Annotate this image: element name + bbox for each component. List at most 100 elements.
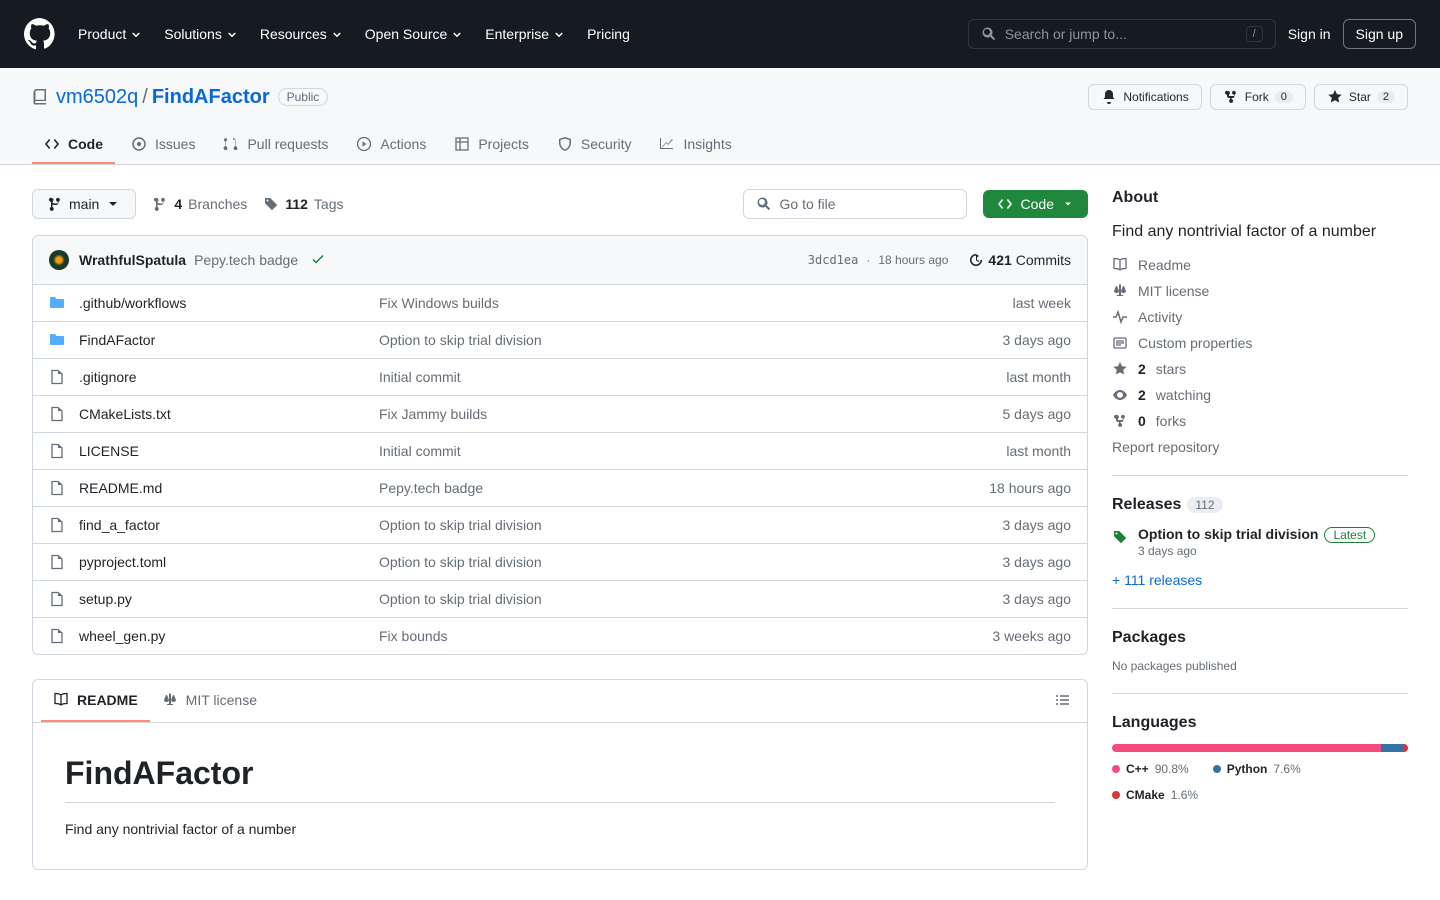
go-to-file[interactable]: Go to file [743, 189, 967, 219]
nav-open-source[interactable]: Open Source [357, 18, 472, 50]
file-time: 3 weeks ago [992, 628, 1071, 644]
fork-icon [1112, 413, 1128, 429]
language-bar [1112, 744, 1408, 752]
file-name-link[interactable]: setup.py [79, 591, 379, 607]
file-commit-message[interactable]: Option to skip trial division [379, 517, 1003, 533]
file-commit-message[interactable]: Initial commit [379, 443, 1006, 459]
nav-product[interactable]: Product [70, 18, 150, 50]
search-shortcut: / [1246, 26, 1263, 42]
star-button[interactable]: Star2 [1314, 84, 1408, 110]
file-time: 5 days ago [1003, 406, 1072, 422]
file-name-link[interactable]: .gitignore [79, 369, 379, 385]
tab-issues[interactable]: Issues [119, 126, 207, 164]
tab-projects[interactable]: Projects [442, 126, 541, 164]
code-button[interactable]: Code [983, 190, 1088, 218]
language-item[interactable]: Python7.6% [1213, 762, 1301, 776]
author-avatar[interactable] [49, 250, 69, 270]
readme-link[interactable]: Readme [1112, 257, 1408, 273]
file-name-link[interactable]: FindAFactor [79, 332, 379, 348]
branch-selector[interactable]: main [32, 189, 136, 219]
packages-heading[interactable]: Packages [1112, 629, 1408, 647]
pulse-icon [1112, 309, 1128, 325]
file-row: README.mdPepy.tech badge18 hours ago [33, 470, 1087, 507]
file-row: CMakeLists.txtFix Jammy builds5 days ago [33, 396, 1087, 433]
file-time: 3 days ago [1003, 517, 1072, 533]
file-commit-message[interactable]: Option to skip trial division [379, 554, 1003, 570]
stars-link[interactable]: 2stars [1112, 361, 1408, 377]
file-commit-message[interactable]: Initial commit [379, 369, 1006, 385]
code-icon [997, 196, 1013, 212]
watching-link[interactable]: 2watching [1112, 387, 1408, 403]
fork-button[interactable]: Fork0 [1210, 84, 1306, 110]
latest-release[interactable]: Option to skip trial divisionLatest 3 da… [1112, 526, 1408, 558]
repo-name-link[interactable]: FindAFactor [152, 86, 270, 109]
branches-link[interactable]: 4Branches [152, 196, 247, 212]
caret-icon [105, 196, 121, 212]
file-row: find_a_factorOption to skip trial divisi… [33, 507, 1087, 544]
list-icon [1055, 692, 1071, 708]
report-link[interactable]: Report repository [1112, 439, 1408, 455]
activity-link[interactable]: Activity [1112, 309, 1408, 325]
tab-security[interactable]: Security [545, 126, 644, 164]
file-icon [49, 406, 65, 422]
search-input[interactable]: Search or jump to... / [968, 19, 1276, 49]
file-name-link[interactable]: LICENSE [79, 443, 379, 459]
toc-button[interactable] [1047, 684, 1079, 719]
file-time: 3 days ago [1003, 591, 1072, 607]
github-logo-icon[interactable] [24, 18, 56, 50]
releases-heading[interactable]: Releases112 [1112, 496, 1408, 514]
commit-message-link[interactable]: Pepy.tech badge [194, 252, 298, 268]
file-name-link[interactable]: pyproject.toml [79, 554, 379, 570]
bell-icon [1101, 89, 1117, 105]
status-check-icon[interactable] [310, 252, 326, 268]
file-list: WrathfulSpatula Pepy.tech badge 3dcd1ea … [32, 235, 1088, 655]
tab-code[interactable]: Code [32, 126, 115, 164]
file-name-link[interactable]: CMakeLists.txt [79, 406, 379, 422]
file-commit-message[interactable]: Fix Windows builds [379, 295, 1013, 311]
file-commit-message[interactable]: Fix Jammy builds [379, 406, 1003, 422]
file-name-link[interactable]: wheel_gen.py [79, 628, 379, 644]
chevron-down-icon [226, 28, 238, 40]
more-releases-link[interactable]: + 111 releases [1112, 572, 1408, 588]
notifications-button[interactable]: Notifications [1088, 84, 1201, 110]
commit-sha-link[interactable]: 3dcd1ea [808, 253, 859, 267]
chevron-down-icon [331, 28, 343, 40]
readme-tab[interactable]: README [41, 680, 150, 722]
about-description: Find any nontrivial factor of a number [1112, 223, 1408, 241]
file-commit-message[interactable]: Option to skip trial division [379, 332, 1003, 348]
repo-owner-link[interactable]: vm6502q [56, 86, 138, 109]
file-name-link[interactable]: find_a_factor [79, 517, 379, 533]
signin-link[interactable]: Sign in [1288, 26, 1331, 42]
license-link[interactable]: MIT license [1112, 283, 1408, 299]
file-commit-message[interactable]: Pepy.tech badge [379, 480, 989, 496]
tab-insights[interactable]: Insights [647, 126, 743, 164]
file-name-link[interactable]: .github/workflows [79, 295, 379, 311]
branch-icon [47, 196, 63, 212]
chevron-down-icon [553, 28, 565, 40]
tab-pull-requests[interactable]: Pull requests [211, 126, 340, 164]
history-icon [968, 252, 984, 268]
author-link[interactable]: WrathfulSpatula [79, 252, 186, 268]
chevron-down-icon [130, 28, 142, 40]
language-item[interactable]: CMake1.6% [1112, 788, 1198, 802]
file-name-link[interactable]: README.md [79, 480, 379, 496]
file-commit-message[interactable]: Option to skip trial division [379, 591, 1003, 607]
file-time: 3 days ago [1003, 332, 1072, 348]
signup-button[interactable]: Sign up [1343, 19, 1416, 49]
nav-enterprise[interactable]: Enterprise [477, 18, 573, 50]
nav-pricing[interactable]: Pricing [579, 18, 638, 50]
file-icon [49, 554, 65, 570]
tags-link[interactable]: 112Tags [263, 196, 343, 212]
custom-properties-link[interactable]: Custom properties [1112, 335, 1408, 351]
forks-link[interactable]: 0forks [1112, 413, 1408, 429]
chevron-down-icon [451, 28, 463, 40]
nav-solutions[interactable]: Solutions [156, 18, 246, 50]
nav-resources[interactable]: Resources [252, 18, 351, 50]
file-commit-message[interactable]: Fix bounds [379, 628, 992, 644]
tab-actions[interactable]: Actions [344, 126, 438, 164]
license-tab[interactable]: MIT license [150, 680, 269, 722]
language-item[interactable]: C++90.8% [1112, 762, 1189, 776]
commits-count-link[interactable]: 421 Commits [968, 252, 1071, 268]
folder-icon [49, 332, 65, 348]
no-packages-text: No packages published [1112, 659, 1408, 673]
